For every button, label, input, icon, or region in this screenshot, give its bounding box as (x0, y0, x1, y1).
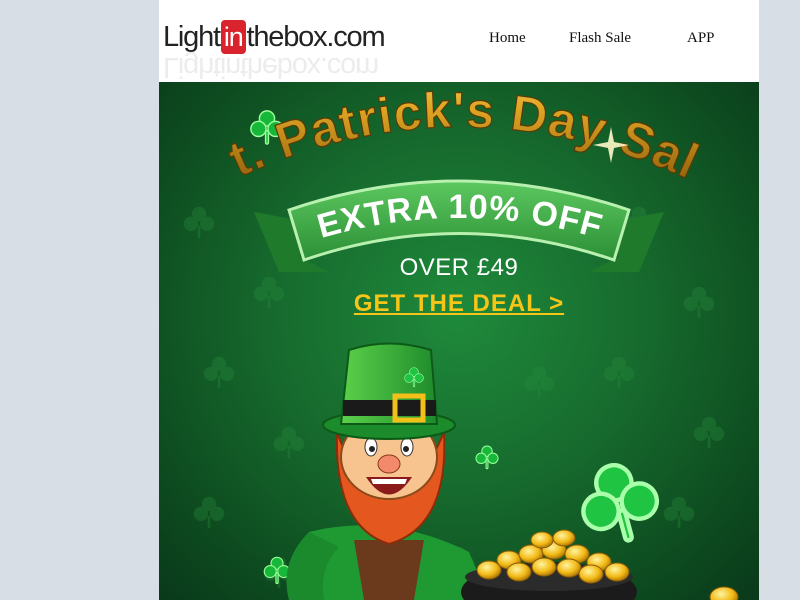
gold-pot-illustration (461, 529, 739, 600)
large-shamrock-icon (573, 456, 665, 550)
promo-banner[interactable]: St. Patrick's Day Sale EXTRA 10% OFF (159, 82, 759, 600)
leprechaun-illustration (286, 342, 489, 600)
logo-reflection: Lightinthebox.com (163, 51, 378, 83)
nav-flash-sale[interactable]: Flash Sale (569, 30, 631, 47)
top-nav: Home Flash Sale APP (159, 30, 759, 50)
banner-artwork: St. Patrick's Day Sale EXTRA 10% OFF (159, 82, 739, 600)
nav-home[interactable]: Home (489, 30, 526, 47)
nav-app[interactable]: APP (687, 30, 715, 47)
offer-threshold: OVER £49 (399, 254, 519, 281)
email-container: Light in thebox.com Lightinthebox.com Home… (159, 0, 759, 600)
get-deal-button[interactable]: GET THE DEAL > (354, 290, 564, 317)
cta-wrapper: GET THE DEAL > (159, 290, 759, 318)
email-header: Light in thebox.com Lightinthebox.com Home… (159, 0, 759, 83)
sale-headline: St. Patrick's Day Sale (159, 82, 707, 190)
